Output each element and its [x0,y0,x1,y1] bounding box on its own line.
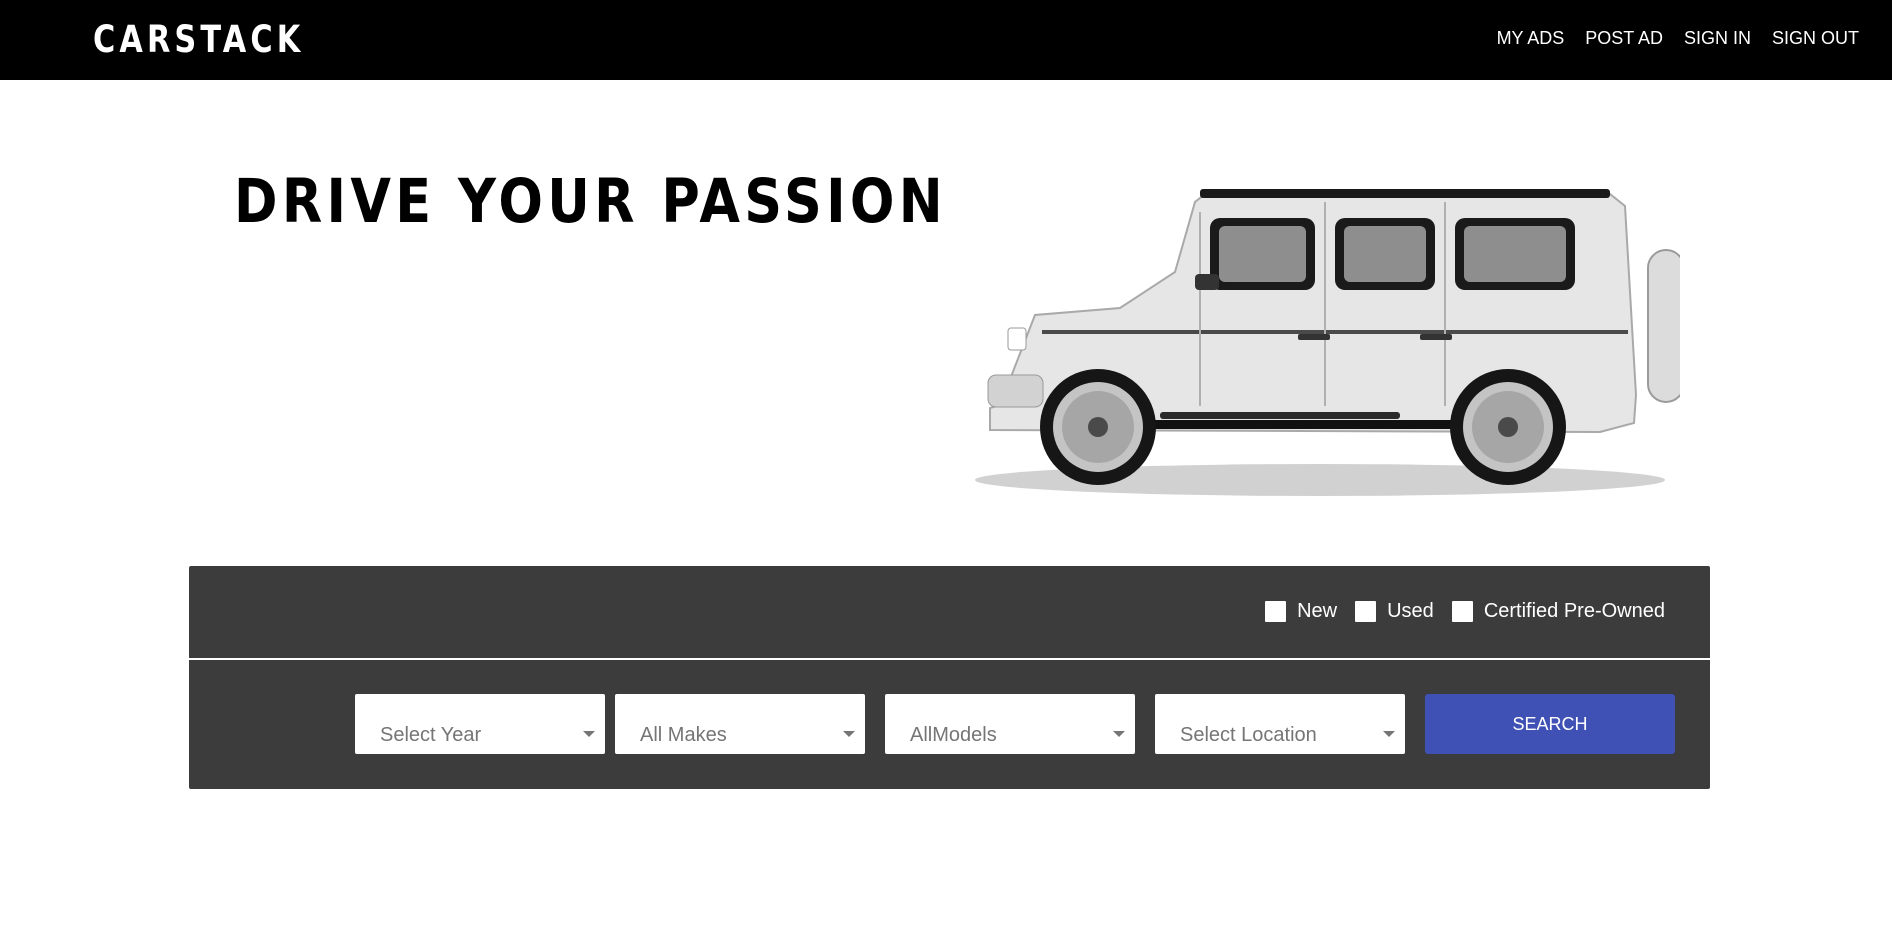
nav-post-ad-link[interactable]: POST AD [1585,28,1663,49]
search-filter-panel: Select Year All Makes AllModels Select L… [189,660,1710,789]
location-select-value: Select Location [1180,724,1317,746]
condition-used-option[interactable]: Used [1355,600,1434,623]
condition-checkbox-group: New Used Certified Pre-Owned [1247,600,1665,623]
make-select-value: All Makes [640,724,727,746]
chevron-down-icon [843,731,855,737]
hero-heading: DRIVE YOUR PASSION [234,166,947,237]
certified-pre-owned-checkbox-label: Certified Pre-Owned [1483,600,1665,622]
condition-filter-panel: New Used Certified Pre-Owned [189,566,1710,658]
top-navbar: CARSTACK MY ADS POST AD SIGN IN SIGN OUT [0,0,1892,80]
certified-pre-owned-checkbox[interactable] [1451,601,1473,622]
used-checkbox[interactable] [1355,601,1377,622]
new-checkbox[interactable] [1265,601,1287,622]
chevron-down-icon [583,731,595,737]
model-select[interactable]: AllModels [885,694,1135,754]
used-checkbox-label: Used [1387,600,1434,622]
nav-sign-out-link[interactable]: SIGN OUT [1772,28,1859,49]
car-image [975,189,1680,496]
search-button[interactable]: SEARCH [1425,694,1675,754]
condition-certified-option[interactable]: Certified Pre-Owned [1451,600,1665,623]
condition-new-option[interactable]: New [1265,600,1337,623]
brand-logo[interactable]: CARSTACK [93,18,304,61]
year-select-value: Select Year [380,724,482,746]
model-select-value: AllModels [910,724,997,746]
nav-my-ads-link[interactable]: MY ADS [1497,28,1565,49]
make-select[interactable]: All Makes [615,694,865,754]
chevron-down-icon [1383,731,1395,737]
nav-sign-in-link[interactable]: SIGN IN [1684,28,1751,49]
location-select[interactable]: Select Location [1155,694,1405,754]
nav-links: MY ADS POST AD SIGN IN SIGN OUT [1497,28,1859,49]
year-select[interactable]: Select Year [355,694,605,754]
chevron-down-icon [1113,731,1125,737]
new-checkbox-label: New [1297,600,1338,622]
